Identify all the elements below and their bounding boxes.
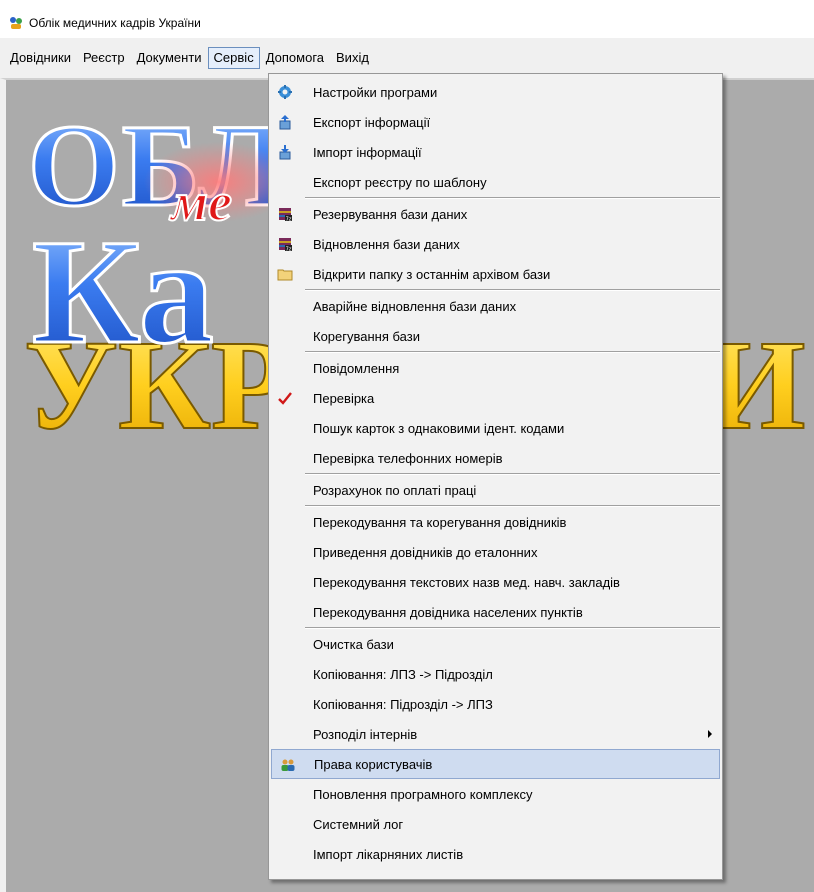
menu-item-label: Відновлення бази даних <box>313 236 460 252</box>
menu-item-label: Аварійне відновлення бази даних <box>313 298 517 314</box>
winrar-icon: 7z <box>277 206 293 223</box>
menu-item[interactable]: Експорт реєстру по шаблону <box>269 167 722 197</box>
menubar-item-4[interactable]: Сервіс <box>207 47 260 69</box>
menu-item[interactable]: Перекодування та корегування довідників <box>269 507 722 537</box>
service-dropdown-menu: Настройки програми Експорт інформації Імпо… <box>268 73 723 880</box>
menu-item[interactable]: Імпорт лікарняних листів <box>269 839 722 869</box>
menu-item-label: Копіювання: Підрозділ -> ЛПЗ <box>313 696 493 712</box>
menu-item-label: Розрахунок по оплаті праці <box>313 482 477 498</box>
export-icon <box>277 114 293 130</box>
menu-item-label: Перевірка телефонних номерів <box>313 450 503 466</box>
menu-item-label: Права користувачів <box>314 756 433 772</box>
menu-item[interactable]: Відкрити папку з останнім архівом бази <box>269 259 722 289</box>
menu-item[interactable]: Перевірка телефонних номерів <box>269 443 722 473</box>
top-crop <box>0 0 814 8</box>
menu-item-label: Розподіл інтернів <box>313 726 418 742</box>
menu-item[interactable]: Приведення довідників до еталонних <box>269 537 722 567</box>
menubar-item-3[interactable]: Документи <box>131 47 208 69</box>
menu-item[interactable]: Розподіл інтернів <box>269 719 722 749</box>
menu-item[interactable]: Імпорт інформації <box>269 137 722 167</box>
menu-item-label: Настройки програми <box>313 84 438 100</box>
menu-item[interactable]: Перекодування довідника населених пункті… <box>269 597 722 627</box>
menubar-item-2[interactable]: Реєстр <box>77 47 131 69</box>
menu-item-label: Копіювання: ЛПЗ -> Підрозділ <box>313 666 493 682</box>
menu-item[interactable]: Аварійне відновлення бази даних <box>269 291 722 321</box>
checkmark-icon <box>277 390 293 406</box>
menu-item[interactable]: Корегування бази <box>269 321 722 351</box>
menu-item-label: Перевірка <box>313 390 375 406</box>
menubar-item-6[interactable]: Вихід <box>330 47 375 69</box>
menu-item[interactable]: Перекодування текстових назв мед. навч. … <box>269 567 722 597</box>
menu-item-label: Резервування бази даних <box>313 206 468 222</box>
menu-item[interactable]: Перевірка <box>269 383 722 413</box>
menu-item[interactable]: Повідомлення <box>269 353 722 383</box>
menu-item-label: Повідомлення <box>313 360 400 376</box>
menu-item-label: Перекодування та корегування довідників <box>313 514 567 530</box>
menu-item[interactable]: Настройки програми <box>269 77 722 107</box>
winrar-icon: 7z <box>277 236 293 253</box>
menu-item-label: Експорт інформації <box>313 114 431 130</box>
menu-item[interactable]: Права користувачів <box>271 749 720 779</box>
logo-line-3: Ка <box>32 209 214 375</box>
menu-item-label: Поновлення програмного комплексу <box>313 786 533 802</box>
window-title: Облік медичних кадрів України <box>29 16 201 30</box>
menubar-item-5[interactable]: Допомога <box>260 47 330 69</box>
folder-icon <box>277 266 293 282</box>
menu-item-label: Приведення довідників до еталонних <box>313 544 538 560</box>
menu-item[interactable]: Очистка бази <box>269 629 722 659</box>
menu-item[interactable]: Пошук карток з однаковими ідент. кодами <box>269 413 722 443</box>
menu-item-label: Очистка бази <box>313 636 394 652</box>
menu-bar: Довідники Реєстр Документи Сервіс Допомога Ви… <box>0 38 814 78</box>
menu-item[interactable]: Розрахунок по оплаті праці <box>269 475 722 505</box>
menu-item[interactable]: 7z Резервування бази даних <box>269 199 722 229</box>
app-icon <box>8 15 24 31</box>
menubar-item-1[interactable]: Довідники <box>4 47 77 69</box>
gear-icon <box>277 84 293 100</box>
menu-item-label: Експорт реєстру по шаблону <box>313 174 487 190</box>
menu-item-label: Відкрити папку з останнім архівом бази <box>313 266 551 282</box>
menu-item[interactable]: Копіювання: ЛПЗ -> Підрозділ <box>269 659 722 689</box>
menu-item-label: Імпорт інформації <box>313 144 422 160</box>
svg-text:7z: 7z <box>286 247 292 253</box>
menu-item[interactable]: Копіювання: Підрозділ -> ЛПЗ <box>269 689 722 719</box>
menu-item-label: Імпорт лікарняних листів <box>313 846 464 862</box>
menu-item-label: Перекодування довідника населених пункті… <box>313 604 583 620</box>
users-icon <box>280 757 296 773</box>
import-icon <box>277 144 293 160</box>
menu-item[interactable]: 7z Відновлення бази даних <box>269 229 722 259</box>
submenu-arrow-icon <box>708 730 712 738</box>
title-bar: Облік медичних кадрів України <box>0 8 814 38</box>
menu-item[interactable]: Експорт інформації <box>269 107 722 137</box>
menu-item-label: Системний лог <box>313 816 404 832</box>
menu-item[interactable]: Поновлення програмного комплексу <box>269 779 722 809</box>
menu-item-label: Перекодування текстових назв мед. навч. … <box>313 574 620 590</box>
menu-item-label: Пошук карток з однаковими ідент. кодами <box>313 420 565 436</box>
menu-item-label: Корегування бази <box>313 328 420 344</box>
svg-text:7z: 7z <box>286 217 292 223</box>
menu-item[interactable]: Системний лог <box>269 809 722 839</box>
